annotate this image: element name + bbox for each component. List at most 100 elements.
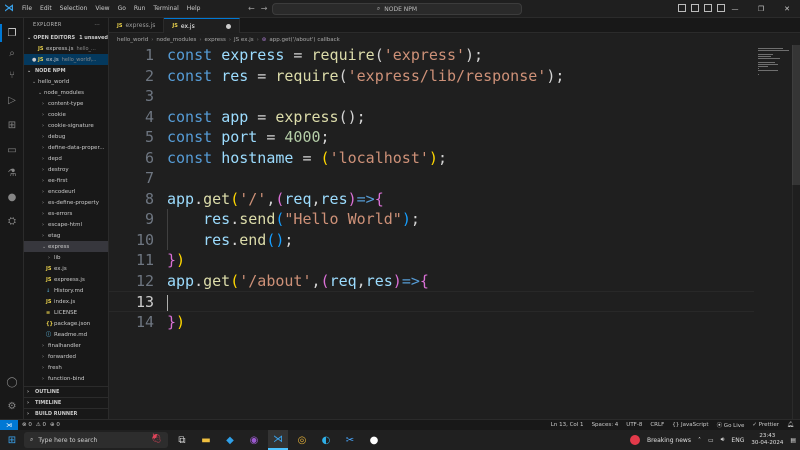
menu-go[interactable]: Go [114,0,130,18]
status-encoding[interactable]: UTF-8 [626,422,642,428]
open-editor-item[interactable]: JS express.js hello_... [24,43,108,54]
settings-gear-icon[interactable]: ⚙ [5,399,19,413]
menu-file[interactable]: File [18,0,36,18]
code-line[interactable]: 1 const express = require('express'); [109,45,754,66]
task-view-icon[interactable]: ⧉ [172,430,192,450]
status-language[interactable]: {} JavaScript [672,422,708,428]
code-line[interactable]: 9 res.send("Hello World"); [109,209,754,230]
snipping-tool-icon[interactable]: ✂ [340,430,360,450]
language-indicator[interactable]: ENG [731,437,744,444]
timeline-section[interactable]: › TIMELINE [24,397,108,408]
code-line[interactable]: 12 app.get('/about',(req,res)=>{ [109,271,754,292]
outline-section[interactable]: › OUTLINE [24,386,108,397]
folder-express[interactable]: ⌄ express [24,241,108,252]
code-line[interactable]: 3 [109,86,754,107]
vscode-taskbar-icon[interactable]: ⋊ [268,430,288,450]
folder-node-modules[interactable]: ⌄ node_modules [24,87,108,98]
more-actions-icon[interactable]: ··· [94,22,100,28]
file-item[interactable]: JS ex.js [24,263,108,274]
tab-express-js[interactable]: JS express.js [109,18,165,33]
file-item[interactable]: ≡ LICENSE [24,307,108,318]
status-errors[interactable]: ⊗ 0 [22,422,32,428]
code-editor[interactable]: 1 const express = require('express'); 2 con… [109,45,800,419]
unsaved-dot-icon[interactable] [225,23,231,29]
folder-module[interactable]: › content-type [24,98,108,109]
code-line[interactable]: 5 const port = 4000; [109,127,754,148]
breadcrumb-item[interactable]: hello_world [117,37,148,43]
folder-module[interactable]: › depd [24,153,108,164]
folder-module[interactable]: › define-data-proper... [24,142,108,153]
status-prettier[interactable]: ✓ Prettier [752,422,779,428]
folder-hello-world[interactable]: ⌄ hello_world [24,76,108,87]
news-text[interactable]: Breaking news [647,437,691,444]
folder-module[interactable]: › etag [24,230,108,241]
menu-run[interactable]: Run [130,0,150,18]
code-line[interactable]: 8 app.get('/',(req,res)=>{ [109,189,754,210]
clock[interactable]: 23:43 30-04-2024 [751,433,783,447]
search-icon[interactable]: ⌕ [5,46,19,60]
status-go-live[interactable]: ⦿ Go Live [717,421,745,429]
forward-arrow-icon[interactable]: → [261,4,268,13]
file-item[interactable]: ⓘ Readme.md [24,329,108,340]
explorer-icon[interactable]: ❐ [5,26,19,40]
folder-module[interactable]: › cookie [24,109,108,120]
folder-module[interactable]: › forwarded [24,351,108,362]
restore-icon[interactable]: ❐ [748,0,774,18]
folder-module[interactable]: › function-bind [24,373,108,384]
chevron-up-icon[interactable]: ˄ [698,437,701,444]
run-debug-icon[interactable]: ▷ [5,93,19,107]
status-eol[interactable]: CRLF [650,422,664,428]
app-icon[interactable]: ◉ [244,430,264,450]
folder-module[interactable]: › es-errors [24,208,108,219]
breadcrumb-item[interactable]: JS ex.js [234,37,254,43]
file-item[interactable]: JS expreess.js [24,274,108,285]
menu-view[interactable]: View [91,0,113,18]
network-icon[interactable]: ▭ [708,437,714,444]
folder-module[interactable]: › cookie-signature [24,120,108,131]
node-app-icon[interactable]: ● [364,430,384,450]
status-warnings[interactable]: ⚠ 0 [36,422,46,428]
breadcrumb-item[interactable]: app.get('/about') callback [269,37,339,43]
minimize-icon[interactable]: — [722,0,748,18]
github-icon[interactable]: ● [5,190,19,204]
remote-explorer-icon[interactable]: ▭ [5,143,19,157]
chrome-icon[interactable]: ◎ [292,430,312,450]
status-ports[interactable]: ⊕ 0 [50,422,60,428]
file-item[interactable]: JS index.js [24,296,108,307]
code-line[interactable]: 7 [109,168,754,189]
open-editors-section[interactable]: ⌄ OPEN EDITORS 1 unsaved [24,32,108,43]
folder-module[interactable]: › fresh [24,362,108,373]
status-indentation[interactable]: Spaces: 4 [592,422,619,428]
code-line[interactable]: 4 const app = express(); [109,107,754,128]
breadcrumb-item[interactable]: node_modules [156,37,196,43]
edge-icon[interactable]: ◐ [316,430,336,450]
vertical-scrollbar[interactable] [792,45,800,419]
folder-lib[interactable]: › lib [24,252,108,263]
close-icon[interactable]: ✕ [774,0,800,18]
file-item[interactable]: ↓ History.md [24,285,108,296]
command-center[interactable]: ⌕ NODE NPM [272,3,522,15]
volume-icon[interactable]: 🔊︎ [721,436,725,444]
toggle-secondary-sidebar-icon[interactable] [704,4,712,12]
toggle-primary-sidebar-icon[interactable] [678,4,686,12]
folder-module[interactable]: › finalhandler [24,340,108,351]
folder-module[interactable]: › encodeurl [24,186,108,197]
menu-selection[interactable]: Selection [56,0,92,18]
remote-indicator-icon[interactable]: ⋊ [0,419,18,431]
testing-icon[interactable]: ⚗ [5,166,19,180]
scrollbar-thumb[interactable] [792,45,800,185]
extensions-icon[interactable]: ⊞ [5,118,19,132]
breadcrumb-item[interactable]: express [205,37,226,43]
folder-module[interactable]: › debug [24,131,108,142]
folder-module[interactable]: › es-define-property [24,197,108,208]
menu-terminal[interactable]: Terminal [149,0,182,18]
code-line[interactable]: 10 res.end(); [109,230,754,251]
code-line[interactable]: 6 const hostname = ('localhost'); [109,148,754,169]
file-explorer-icon[interactable]: ▬ [196,430,216,450]
docker-icon[interactable]: ⛭ [5,214,19,228]
toggle-panel-icon[interactable] [691,4,699,12]
account-icon[interactable]: ◯ [5,375,19,389]
open-editor-item[interactable]: ● JS ex.js hello_world\... [24,54,108,65]
notification-center-icon[interactable]: ▤ [790,437,796,444]
taskbar-search[interactable]: ⌕ Type here to search 🍓︎ [24,432,168,448]
